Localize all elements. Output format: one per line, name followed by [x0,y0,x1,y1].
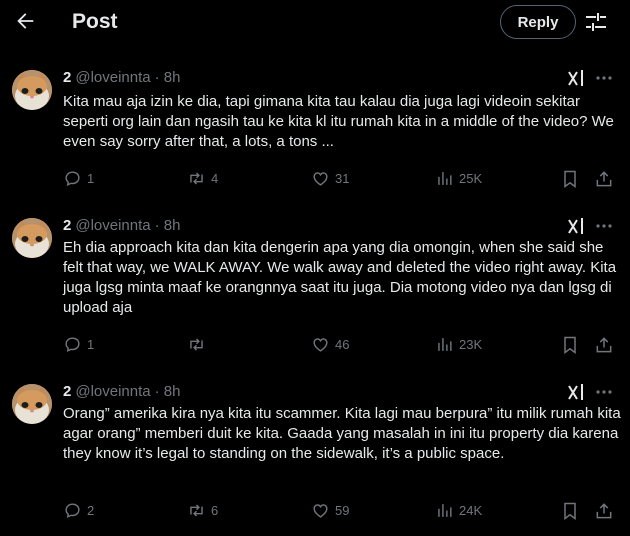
share-icon [596,503,612,519]
share-button[interactable] [594,501,614,521]
sliders-icon [586,13,606,31]
like-action[interactable]: 46 [311,335,349,354]
grok-button[interactable] [566,382,586,402]
bookmark-button[interactable] [560,501,580,521]
like-count: 59 [335,503,350,518]
back-button[interactable] [10,6,40,36]
avatar[interactable] [12,218,52,258]
cat-avatar-image [12,384,52,424]
bookmark-button[interactable] [560,169,580,189]
more-button[interactable] [594,68,614,88]
views-chart-icon [438,172,452,185]
repost-action[interactable] [187,335,211,354]
author-handle[interactable]: @loveinnta [75,69,150,86]
repost-action[interactable]: 6 [187,501,218,520]
grok-icon [568,70,583,86]
bookmark-button[interactable] [560,335,580,355]
grok-button[interactable] [566,68,586,88]
author-handle[interactable]: @loveinnta [75,383,150,400]
like-count: 31 [335,171,350,186]
views-action[interactable]: 23K [435,335,482,354]
more-button[interactable] [594,382,614,402]
heart-icon [313,504,328,518]
cat-avatar-image [12,218,52,258]
post-text: Eh dia approach kita dan kita dengerin a… [63,239,617,316]
bookmark-icon [564,170,576,188]
more-icon [596,390,612,394]
reply-icon [65,503,80,519]
avatar[interactable] [12,384,52,424]
heart-icon [313,172,328,186]
post-text: Kita mau aja izin ke dia, tapi gimana ki… [63,93,614,150]
repost-icon [190,338,203,351]
like-action[interactable]: 59 [311,501,349,520]
page-title: Post [72,10,118,33]
grok-button[interactable] [566,216,586,236]
views-action[interactable]: 24K [435,501,482,520]
heart-icon [313,338,328,352]
bookmark-icon [564,502,576,520]
reply-action[interactable]: 1 [63,335,94,354]
reply-button[interactable]: Reply [500,5,576,39]
settings-button[interactable] [582,9,610,35]
bookmark-icon [564,336,576,354]
grok-icon [568,218,583,234]
post-actions: 1 4 31 25K [63,169,623,191]
repost-icon [190,172,203,185]
author-name[interactable]: 2 [63,383,71,400]
more-button[interactable] [594,216,614,236]
share-button[interactable] [594,335,614,355]
repost-count: 6 [211,503,219,518]
repost-icon [190,504,203,517]
author-name[interactable]: 2 [63,217,71,234]
reply-action[interactable]: 2 [63,501,94,520]
reply-count: 1 [87,171,95,186]
view-count: 24K [459,503,483,518]
more-icon [596,224,612,228]
like-action[interactable]: 31 [311,169,349,188]
views-chart-icon [438,338,452,351]
post-time[interactable]: · 8h [155,383,181,400]
share-icon [596,171,612,187]
view-count: 25K [459,171,483,186]
author-name[interactable]: 2 [63,69,71,86]
reply-count: 2 [87,503,95,518]
repost-action[interactable]: 4 [187,169,218,188]
header: Post Reply [0,0,630,44]
reply-icon [65,337,80,353]
views-chart-icon [438,504,452,517]
reply-count: 1 [87,337,95,352]
like-count: 46 [335,337,350,352]
share-icon [596,337,612,353]
author-row: 2 @loveinnta · 8h [63,69,180,86]
post-text: Orang” amerika kira nya kita itu scammer… [63,405,621,462]
post-time[interactable]: · 8h [155,69,181,86]
more-icon [596,76,612,80]
repost-count: 4 [211,171,219,186]
share-button[interactable] [594,169,614,189]
arrow-left-icon [17,13,34,29]
post-actions: 1 46 23K [63,335,623,357]
reply-icon [65,171,80,187]
cat-avatar-image [12,70,52,110]
avatar[interactable] [12,70,52,110]
grok-icon [568,384,583,400]
post-time[interactable]: · 8h [155,217,181,234]
view-count: 23K [459,337,483,352]
author-handle[interactable]: @loveinnta [75,217,150,234]
reply-action[interactable]: 1 [63,169,94,188]
author-row: 2 @loveinnta · 8h [63,217,180,234]
post-actions: 2 6 59 24K [63,501,623,523]
author-row: 2 @loveinnta · 8h [63,383,180,400]
views-action[interactable]: 25K [435,169,482,188]
